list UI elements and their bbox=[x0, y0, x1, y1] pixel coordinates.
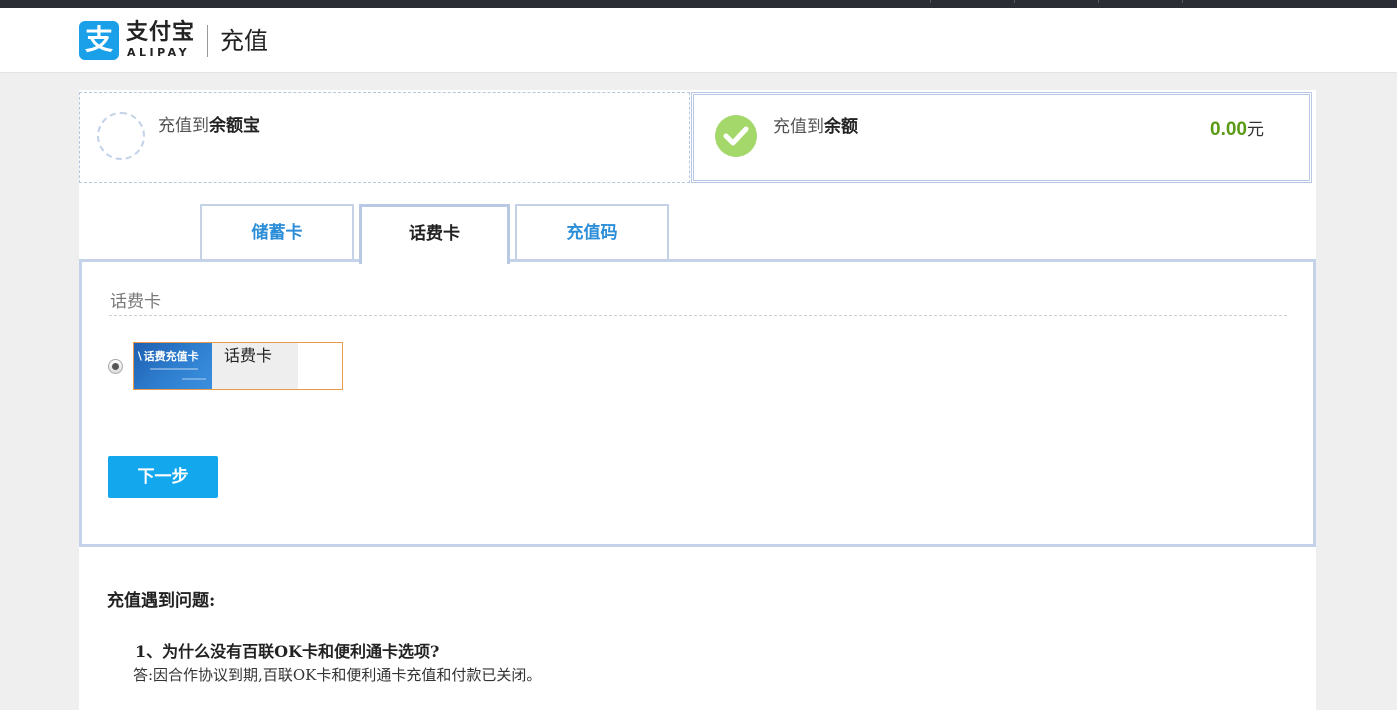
section-divider bbox=[109, 315, 1287, 316]
tab-debit-card[interactable]: 储蓄卡 bbox=[200, 204, 354, 260]
tab-panel-join bbox=[362, 257, 507, 262]
top-bar-divider bbox=[1182, 0, 1183, 3]
balance-amount: 0.00元 bbox=[1210, 119, 1264, 140]
next-step-button[interactable]: 下一步 bbox=[108, 456, 218, 498]
card-image-text: ∖话费充值卡 bbox=[136, 350, 199, 363]
target-option-yuebao[interactable]: 充值到余额宝 bbox=[79, 92, 690, 183]
card-image-stripe bbox=[150, 368, 198, 370]
alipay-logo-icon[interactable]: 支 bbox=[79, 21, 119, 60]
site-header: 支 支付宝 ALIPAY 充值 bbox=[0, 8, 1397, 73]
page-title: 充值 bbox=[220, 27, 268, 55]
dashed-circle-icon bbox=[97, 112, 145, 160]
card-radio[interactable] bbox=[108, 359, 123, 374]
top-bar-divider bbox=[1014, 0, 1015, 3]
target-option-balance[interactable]: 充值到余额 0.00元 bbox=[691, 92, 1312, 183]
top-bar-divider bbox=[930, 0, 931, 3]
radio-dot bbox=[112, 363, 119, 370]
target-label-balance: 充值到余额 bbox=[773, 117, 858, 137]
faq-title: 充值遇到问题: bbox=[107, 591, 216, 611]
check-icon bbox=[715, 115, 757, 157]
card-name: 话费卡 bbox=[224, 346, 273, 365]
phone-card-image: ∖话费充值卡 bbox=[134, 343, 212, 389]
logo-glyph: 支 bbox=[84, 23, 113, 56]
tab-phone-card[interactable]: 话费卡 bbox=[359, 204, 510, 264]
tab-panel bbox=[79, 259, 1316, 547]
tab-recharge-code[interactable]: 充值码 bbox=[515, 204, 669, 260]
logo-subtext: ALIPAY bbox=[127, 46, 191, 59]
faq-answer: 答:因合作协议到期,百联OK卡和便利通卡充值和付款已关闭。 bbox=[133, 666, 542, 684]
top-bar-divider bbox=[1098, 0, 1099, 3]
faq-question: 1、为什么没有百联OK卡和便利通卡选项? bbox=[135, 642, 440, 661]
header-divider bbox=[207, 25, 208, 57]
section-title: 话费卡 bbox=[110, 292, 161, 312]
top-bar bbox=[0, 0, 1397, 8]
target-label-yuebao: 充值到余额宝 bbox=[158, 116, 260, 136]
card-image-stripe bbox=[182, 378, 206, 380]
logo-text[interactable]: 支付宝 bbox=[126, 21, 195, 45]
phone-card-option[interactable]: ∖话费充值卡 话费卡 bbox=[133, 342, 343, 390]
